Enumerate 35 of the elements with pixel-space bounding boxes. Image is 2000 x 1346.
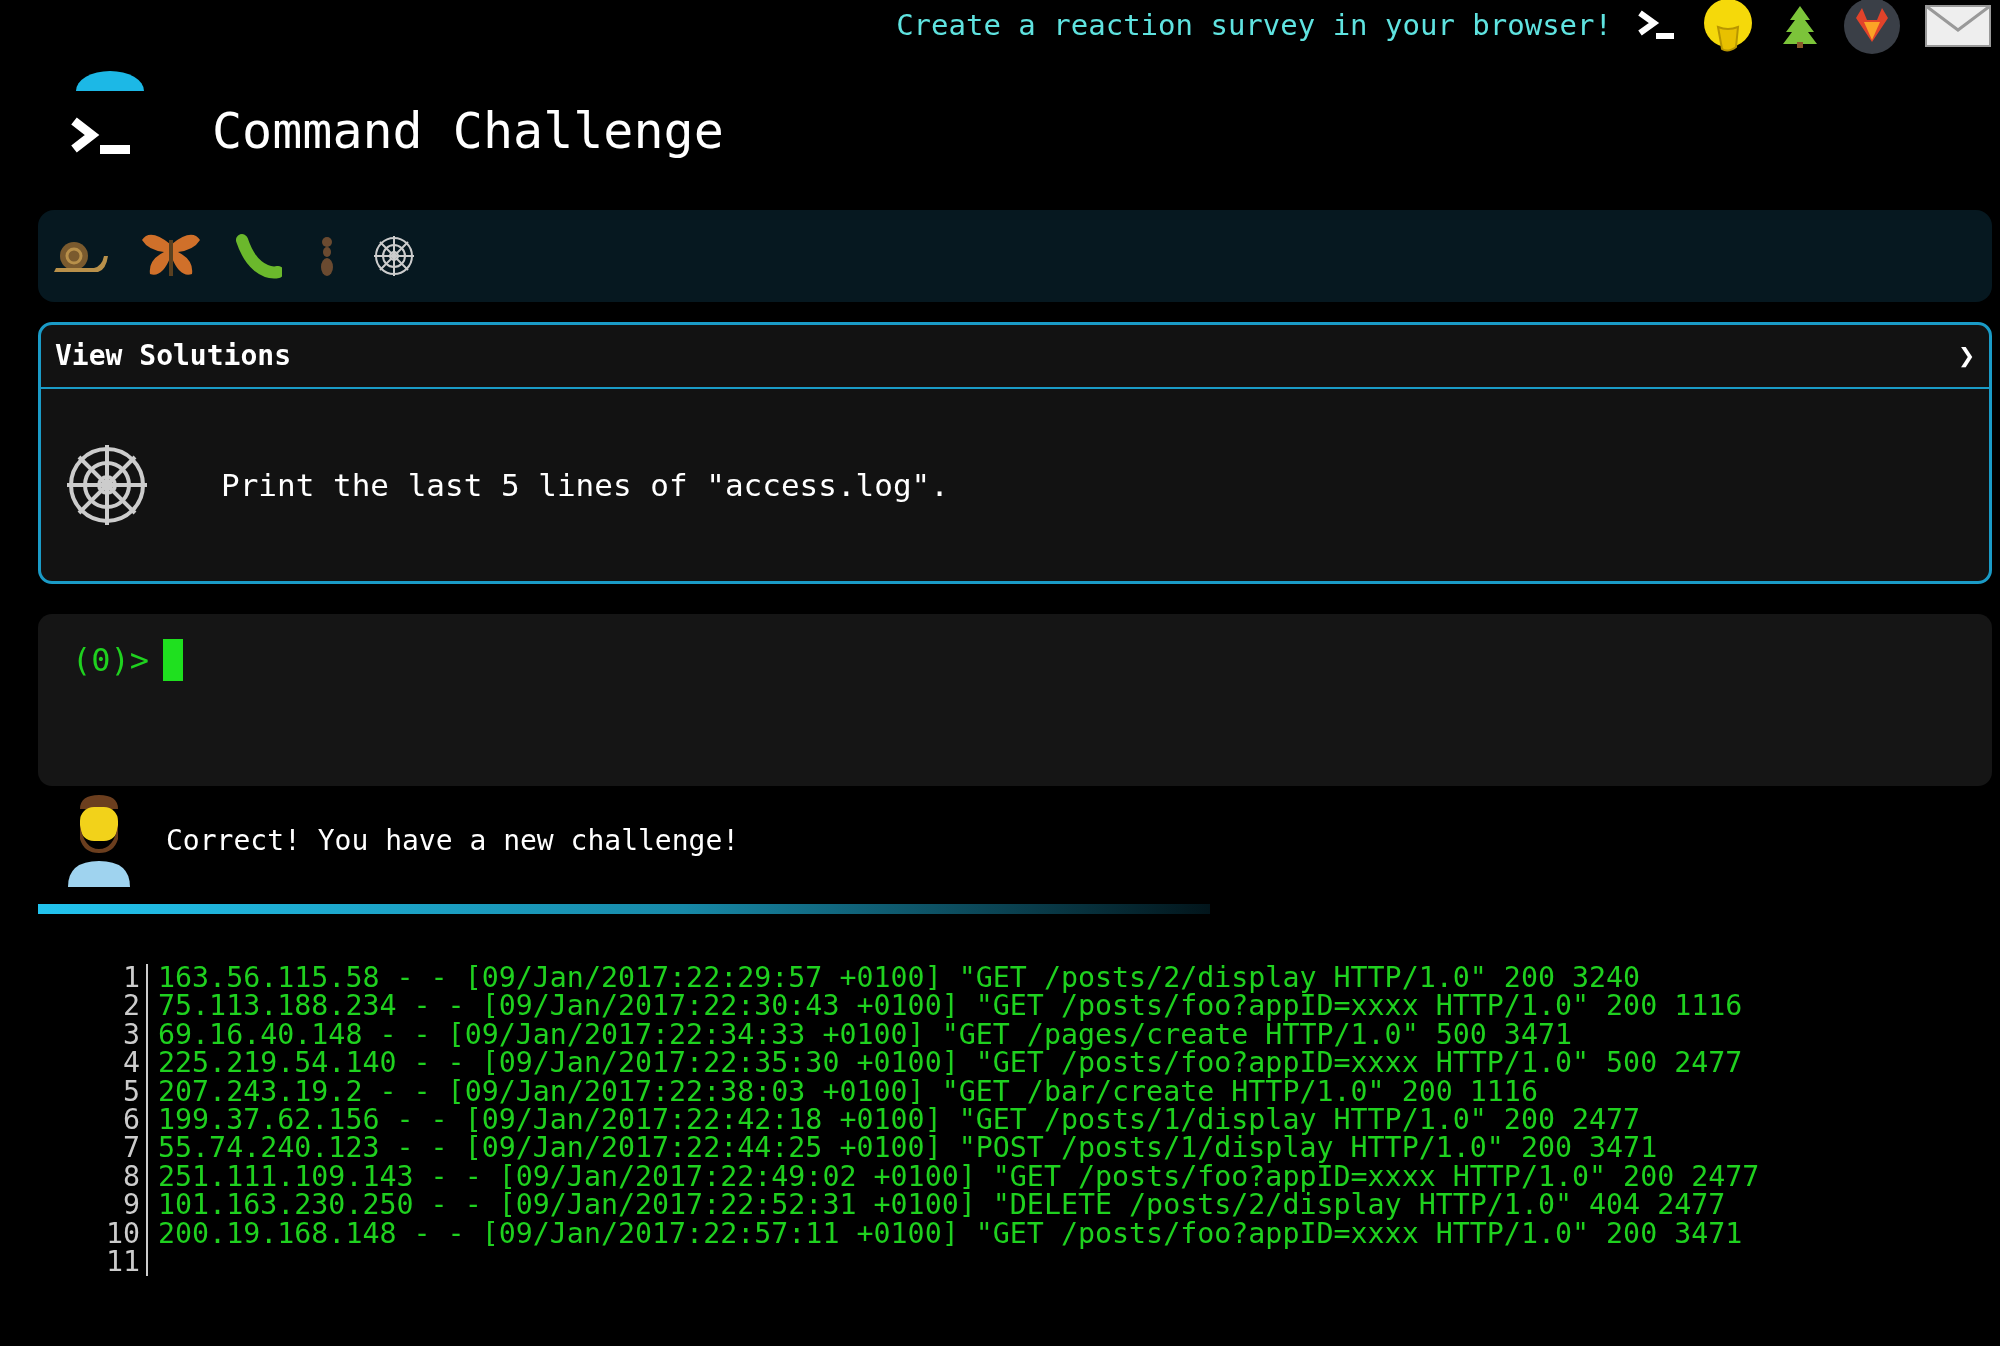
cursor <box>163 639 184 681</box>
tree-icon[interactable] <box>1780 4 1820 48</box>
prompt-text: (0)> <box>72 640 150 681</box>
line-number: 6 <box>80 1106 148 1135</box>
log-line: 225.219.54.140 - - [09/Jan/2017:22:35:30 +0100] "GET /posts/foo?appID=xxxx HTTP/1.0" 500 2477 <box>157 1049 1743 1078</box>
line-number: 4 <box>80 1049 148 1078</box>
log-line: 75.113.188.234 - - [09/Jan/2017:22:30:43 +0100] "GET /posts/foo?appID=xxxx HTTP/1.0" 200 1116 <box>157 992 1743 1021</box>
challenge-text: Print the last 5 lines of "access.log". <box>221 465 949 505</box>
log-line: 101.163.230.250 - - [09/Jan/2017:22:52:31 +0100] "DELETE /posts/2/display HTTP/1.0" 404 2477 <box>157 1191 1726 1220</box>
log-line: 55.74.240.123 - - [09/Jan/2017:22:44:25 +0100] "POST /posts/1/display HTTP/1.0" 200 3471 <box>157 1134 1658 1163</box>
line-number: 1 <box>80 964 148 993</box>
log-line: 69.16.40.148 - - [09/Jan/2017:22:34:33 +0100] "GET /pages/create HTTP/1.0" 500 3471 <box>157 1020 1572 1050</box>
terminal-input[interactable]: (0)> <box>38 614 1992 786</box>
message-text: Correct! You have a new challenge! <box>166 823 740 859</box>
avatar-icon <box>66 795 132 887</box>
line-number: 7 <box>80 1134 148 1163</box>
view-solutions-link[interactable]: View Solutions <box>55 335 291 377</box>
fox-icon[interactable] <box>1844 0 1900 54</box>
line-number: 9 <box>80 1191 148 1220</box>
log-line: 163.56.115.58 - - [09/Jan/2017:22:29:57 +0100] "GET /posts/2/display HTTP/1.0" 200 3240 <box>157 964 1641 993</box>
survey-link[interactable]: Create a reaction survey in your browser! <box>896 4 1612 48</box>
line-number: 11 <box>80 1248 148 1277</box>
spider-web-icon <box>372 234 416 278</box>
mail-icon[interactable] <box>1924 4 1992 48</box>
line-number: 2 <box>80 992 148 1021</box>
page-title: Command Challenge <box>212 100 724 162</box>
log-line: 200.19.168.148 - - [09/Jan/2017:22:57:11 +0100] "GET /posts/foo?appID=xxxx HTTP/1.0" 200 3471 <box>157 1219 1743 1249</box>
log-line: 199.37.62.156 - - [09/Jan/2017:22:42:18 +0100] "GET /posts/1/display HTTP/1.0" 200 2477 <box>157 1106 1641 1135</box>
line-number: 10 <box>80 1219 148 1249</box>
line-number: 8 <box>80 1162 148 1192</box>
line-number: 3 <box>80 1020 148 1050</box>
line-number: 5 <box>80 1077 148 1107</box>
chevron-icon: ❯ <box>1958 335 1975 377</box>
log-line: 207.243.19.2 - - [09/Jan/2017:22:38:03 +0100] "GET /bar/create HTTP/1.0" 200 1116 <box>157 1077 1538 1107</box>
log-line: 251.111.109.143 - - [09/Jan/2017:22:49:02 +0100] "GET /posts/foo?appID=xxxx HTTP/1.0" 200 2477 <box>157 1162 1760 1192</box>
